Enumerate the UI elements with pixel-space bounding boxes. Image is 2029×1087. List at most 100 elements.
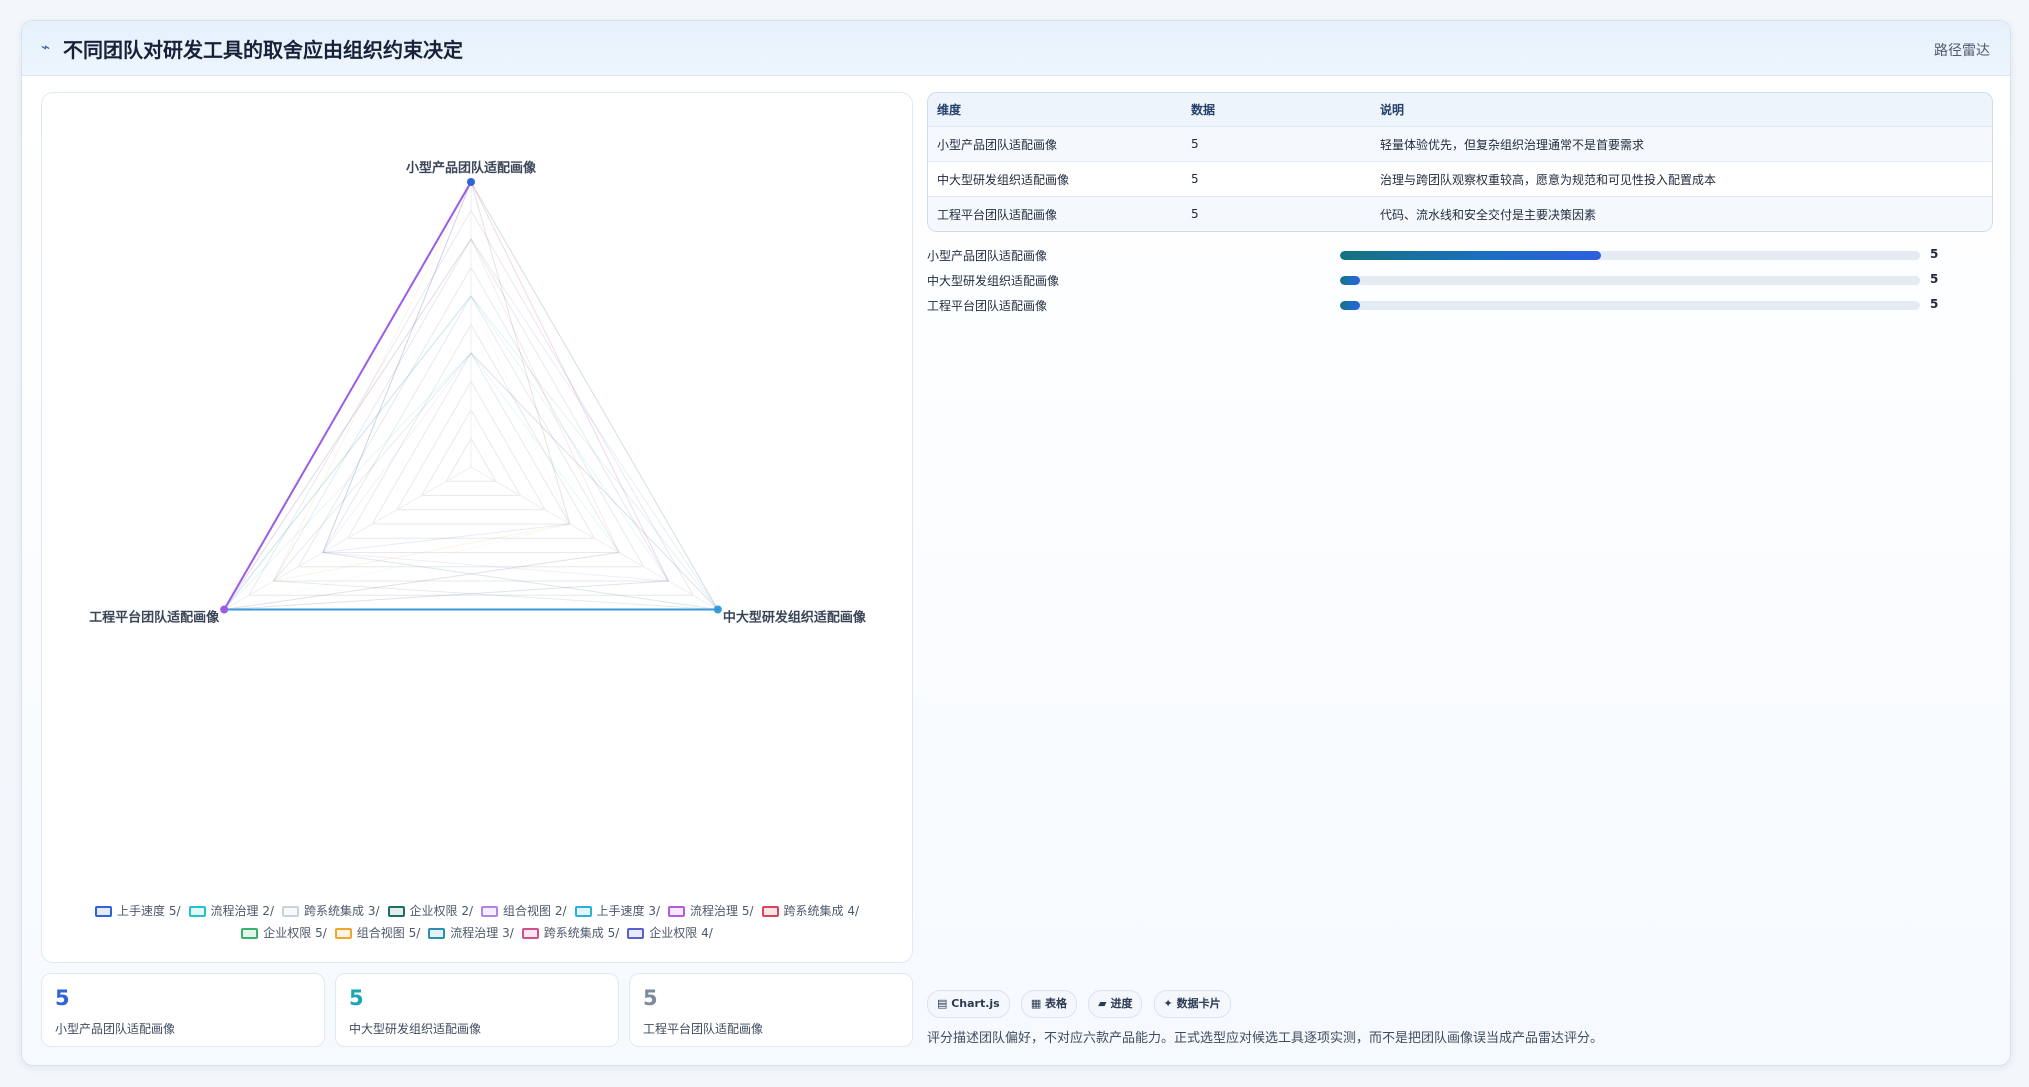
table-header-row: 维度 数据 说明 <box>928 93 1992 127</box>
legend-label: 上手速度 3/ <box>596 904 661 918</box>
legend-row: 企业权限 5/组合视图 5/流程治理 3/跨系统集成 5/企业权限 4/ <box>42 922 912 944</box>
stat-label: 小型产品团队适配画像 <box>55 1022 176 1036</box>
legend-item[interactable]: 跨系统集成 5/ <box>521 922 620 944</box>
table-cell: 中大型研发组织适配画像 <box>928 161 1182 197</box>
legend-item[interactable]: 跨系统集成 3/ <box>282 900 380 922</box>
progress-row: 中大型研发组织适配画像 5 <box>927 268 1991 293</box>
legend-item[interactable]: 流程治理 2/ <box>188 900 275 922</box>
table-row: 小型产品团队适配画像 5 轻量体验优先，但复杂组织治理通常不是首要需求 <box>928 126 1992 162</box>
progress-label: 中大型研发组织适配画像 <box>927 274 1060 288</box>
legend-item[interactable]: 流程治理 3/ <box>428 922 514 944</box>
legend-item[interactable]: 上手速度 3/ <box>574 900 661 922</box>
progress-value: 5 <box>1930 272 1939 286</box>
series-point <box>713 605 722 614</box>
stat-card-small-team: 5 小型产品团队适配画像 <box>41 973 325 1047</box>
legend-item[interactable]: 企业权限 5/ <box>241 922 327 944</box>
table-row: 工程平台团队适配画像 5 代码、流水线和安全交付是主要决策因素 <box>928 196 1992 231</box>
legend-label: 流程治理 5/ <box>690 904 754 918</box>
header: ⌁ 不同团队对研发工具的取舍应由组织约束决定 路径雷达 <box>22 21 2010 76</box>
progress-label: 工程平台团队适配画像 <box>927 299 1048 313</box>
stat-value: 5 <box>349 986 364 1010</box>
table-cell: 5 <box>1182 196 1371 231</box>
dashboard-frame: ⌁ 不同团队对研发工具的取舍应由组织约束决定 路径雷达 小型产品团队适配画像 中大… <box>21 20 2011 1066</box>
series-point <box>220 605 229 614</box>
progress-label: 小型产品团队适配画像 <box>927 249 1048 263</box>
table-cell: 小型产品团队适配画像 <box>928 126 1182 162</box>
column-header: 数据 <box>1182 93 1371 127</box>
data-table: 维度 数据 说明 小型产品团队适配画像 5 轻量体验优先，但复杂组织治理通常不是… <box>928 93 1992 231</box>
view-tag: 路径雷达 <box>1934 43 1990 59</box>
progress-track <box>1340 301 1920 310</box>
progress-value: 5 <box>1930 297 1939 311</box>
legend-swatch <box>241 928 259 939</box>
legend-swatch <box>668 906 685 917</box>
legend-swatch <box>574 906 592 917</box>
table-cell: 5 <box>1182 161 1371 197</box>
progress-row: 工程平台团队适配画像 5 <box>927 293 1991 318</box>
legend-label: 跨系统集成 5/ <box>543 926 620 940</box>
column-header: 说明 <box>1371 93 1992 127</box>
footnote: 评分描述团队偏好，不对应六款产品能力。正式选型应对候选工具逐项实测，而不是把团队… <box>927 1031 1604 1046</box>
legend-item[interactable]: 上手速度 5/ <box>95 900 181 922</box>
chip-data-cards[interactable]: ✦ 数据卡片 <box>1153 990 1231 1018</box>
table-cell: 治理与跨团队观察权重较高，愿意为规范和可见性投入配置成本 <box>1371 161 1992 197</box>
data-table-card: 维度 数据 说明 小型产品团队适配画像 5 轻量体验优先，但复杂组织治理通常不是… <box>927 92 1993 232</box>
chip-chartjs[interactable]: ▤ Chart.js <box>927 990 1010 1018</box>
legend-item[interactable]: 企业权限 4/ <box>627 922 713 944</box>
series-line <box>322 352 720 611</box>
legend-swatch <box>334 928 352 939</box>
table-cell: 工程平台团队适配画像 <box>928 196 1182 231</box>
legend-swatch <box>481 906 498 917</box>
series-line <box>322 180 670 582</box>
progress-list: 小型产品团队适配画像 5 中大型研发组织适配画像 5 工程平台团队适配画像 5 <box>927 243 1991 318</box>
legend-swatch <box>627 928 645 939</box>
chart-legend: 上手速度 5/流程治理 2/跨系统集成 3/企业权限 2/组合视图 2/上手速度… <box>42 900 912 944</box>
legend-label: 企业权限 5/ <box>263 926 327 940</box>
legend-label: 流程治理 3/ <box>450 926 514 940</box>
progress-track <box>1340 251 1920 260</box>
progress-track <box>1340 276 1920 285</box>
series-point <box>467 178 475 186</box>
series-line <box>222 352 620 611</box>
table-row: 中大型研发组织适配画像 5 治理与跨团队观察权重较高，愿意为规范和可见性投入配置… <box>928 161 1992 197</box>
legend-label: 流程治理 2/ <box>210 904 275 918</box>
legend-label: 企业权限 4/ <box>649 926 713 940</box>
table-cell: 5 <box>1182 126 1371 162</box>
legend-item[interactable]: 企业权限 2/ <box>387 900 474 922</box>
legend-swatch <box>282 906 299 917</box>
stat-value: 5 <box>55 986 70 1010</box>
legend-label: 跨系统集成 3/ <box>304 904 380 918</box>
legend-swatch <box>761 906 779 917</box>
table-cell: 代码、流水线和安全交付是主要决策因素 <box>1371 196 1992 231</box>
progress-fill <box>1340 276 1361 285</box>
legend-swatch <box>188 906 206 917</box>
legend-item[interactable]: 组合视图 5/ <box>334 922 421 944</box>
axis-label: 中大型研发组织适配画像 <box>723 610 867 626</box>
legend-label: 组合视图 2/ <box>503 904 567 918</box>
legend-item[interactable]: 组合视图 2/ <box>481 900 567 922</box>
progress-value: 5 <box>1930 247 1939 261</box>
stat-value: 5 <box>643 986 658 1010</box>
column-header: 维度 <box>928 93 1182 127</box>
stat-card-platform-team: 5 工程平台团队适配画像 <box>629 973 913 1047</box>
radar-chart-card: 小型产品团队适配画像 中大型研发组织适配画像 工程平台团队适配画像 上手速度 5/流… <box>41 92 913 963</box>
legend-swatch <box>521 928 539 939</box>
chip-progress[interactable]: ▰ 进度 <box>1088 990 1143 1018</box>
radar-chart: 小型产品团队适配画像中大型研发组织适配画像 工程平台团队适配画像 <box>89 160 867 626</box>
legend-swatch <box>387 906 405 917</box>
legend-label: 跨系统集成 4/ <box>783 904 860 918</box>
legend-label: 企业权限 2/ <box>409 904 474 918</box>
axis-label: 小型产品团队适配画像 <box>406 160 537 176</box>
stat-label: 工程平台团队适配画像 <box>643 1022 764 1036</box>
table-cell: 轻量体验优先，但复杂组织治理通常不是首要需求 <box>1371 126 1992 162</box>
stat-label: 中大型研发组织适配画像 <box>349 1022 482 1036</box>
legend-label: 组合视图 5/ <box>356 926 421 940</box>
chip-table[interactable]: ▦ 表格 <box>1020 990 1078 1018</box>
stat-card-large-org: 5 中大型研发组织适配画像 <box>335 973 619 1047</box>
legend-item[interactable]: 跨系统集成 4/ <box>761 900 860 922</box>
progress-row: 小型产品团队适配画像 5 <box>927 243 1991 268</box>
legend-swatch <box>95 906 112 917</box>
legend-item[interactable]: 流程治理 5/ <box>668 900 754 922</box>
legend-swatch <box>428 928 446 939</box>
bolt-icon: ⌁ <box>41 38 51 56</box>
